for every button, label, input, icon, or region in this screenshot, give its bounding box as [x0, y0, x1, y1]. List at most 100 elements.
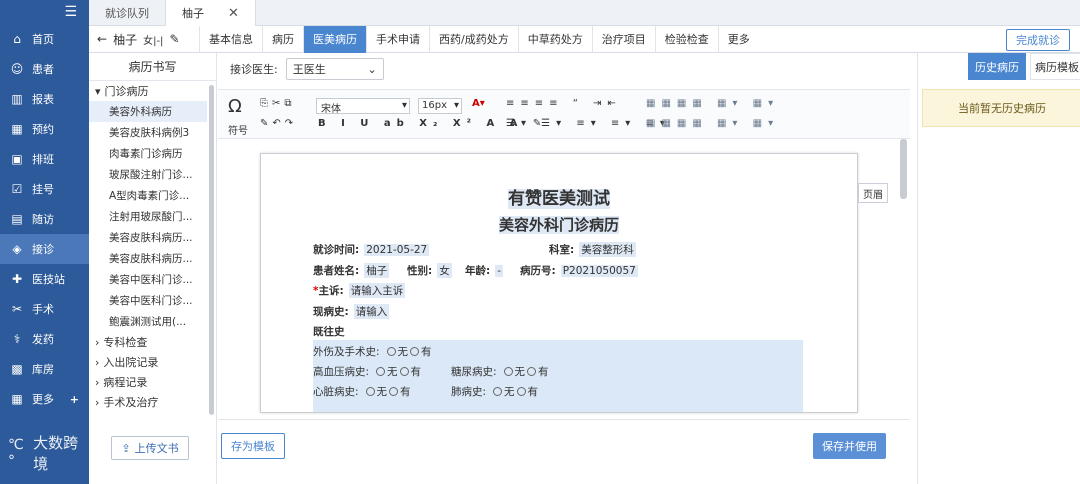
- sidebar-item-label: 随访: [32, 213, 54, 226]
- save-template-button[interactable]: 存为模板: [221, 433, 285, 459]
- header-button[interactable]: 页眉: [858, 183, 888, 203]
- record-tab[interactable]: 手术申请: [366, 25, 429, 53]
- font-color-icon[interactable]: A▾: [472, 98, 485, 109]
- edit-icon[interactable]: ✎: [169, 32, 179, 46]
- sidebar-item[interactable]: ▥ 报表: [0, 84, 89, 114]
- sidebar-item[interactable]: ▦ 预约: [0, 114, 89, 144]
- tree-group[interactable]: › 专科检查: [89, 332, 216, 352]
- tree-group-outpatient[interactable]: ▾ 门诊病历: [89, 81, 216, 101]
- record-tab[interactable]: 西药/成药处方: [429, 25, 518, 53]
- sidebar-item[interactable]: ☺ 患者: [0, 54, 89, 84]
- sidebar-item[interactable]: ◈ 接诊: [0, 234, 89, 264]
- home-icon: ⌂: [13, 32, 21, 46]
- tree-group[interactable]: › 手术及治疗: [89, 392, 216, 412]
- tree-leaf[interactable]: 美容外科病历: [89, 101, 207, 122]
- calendar-icon: ▦: [11, 122, 23, 136]
- record-tab[interactable]: 中草药处方: [517, 25, 592, 53]
- trauma-history[interactable]: 外伤及手术史: 无有: [313, 344, 432, 359]
- table-icons[interactable]: ▦▦▦▦ ▦▾ ▦▾: [646, 98, 779, 109]
- document-page[interactable]: 有赞医美测试 美容外科门诊病历 就诊时间: 2021-05-27 科室: 美容整形科…: [260, 153, 858, 413]
- align-icons[interactable]: ≡≡≡≡ “ ⇥⇤: [506, 98, 622, 109]
- record-tab[interactable]: 病历: [262, 25, 303, 53]
- sidebar: ☰ ⌂ 首页 ☺ 患者 ▥ 报表 ▦ 预约 ▣ 排班 ☑ 挂号 ▤ 随访 ◈ 接诊 ✚ 医技站 ✂ 手术 ⚕ 发药 ▩ 库房 ▦…: [0, 0, 89, 484]
- omega-icon[interactable]: Ω: [228, 96, 242, 117]
- tree-leaf[interactable]: 注射用玻尿酸门...: [89, 206, 207, 227]
- sidebar-item[interactable]: ▩ 库房: [0, 354, 89, 384]
- tab-queue[interactable]: 就诊队列: [89, 0, 165, 26]
- patient-name: 柚子: [113, 32, 138, 47]
- warehouse-icon: ▩: [11, 362, 23, 376]
- add-icon[interactable]: +: [70, 393, 79, 406]
- dept-field: 科室: 美容整形科: [549, 242, 636, 257]
- sidebar-item-label: 报表: [32, 93, 54, 106]
- tree-leaf[interactable]: 美容中医科门诊...: [89, 269, 207, 290]
- sidebar-item[interactable]: ⌂ 首页: [0, 24, 89, 54]
- sidebar-item-label: 发药: [32, 333, 54, 346]
- editor-scrollbar[interactable]: [900, 139, 907, 199]
- tree-leaf[interactable]: 肉毒素门诊病历: [89, 143, 207, 164]
- back-arrow-icon[interactable]: ←: [97, 32, 107, 46]
- window-tabs: 就诊队列 柚子 ✕: [89, 0, 1080, 26]
- schedule-icon: ▣: [11, 152, 23, 166]
- editor-area: 接诊医生: 王医生 ⌄ Ω 符号 ⎘✂⧉ ✎↶↷ 宋体 ▾ 16px ▾ A▾ B I…: [218, 53, 910, 484]
- doc-title: 有赞医美测试: [508, 189, 610, 209]
- sidebar-item[interactable]: ▣ 排班: [0, 144, 89, 174]
- sidebar-item[interactable]: ☑ 挂号: [0, 174, 89, 204]
- tree-leaf[interactable]: 玻尿酸注射门诊...: [89, 164, 207, 185]
- save-use-button[interactable]: 保存并使用: [813, 433, 886, 459]
- font-family-select[interactable]: 宋体 ▾: [316, 98, 410, 115]
- record-toolbar: ← 柚子 女|-| ✎ 基本信息 病历 医美病历 手术申请 西药/成药处方 中草药处方 治疗…: [89, 25, 1080, 53]
- hypertension-history[interactable]: 高血压病史: 无有: [313, 364, 421, 379]
- sidebar-item[interactable]: ▤ 随访: [0, 204, 89, 234]
- sidebar-item-label: 排班: [32, 153, 54, 166]
- reception-icon: ◈: [12, 242, 22, 256]
- tree-leaf[interactable]: 鲍震渊测试用(...: [89, 311, 207, 332]
- more-icon: ▦: [11, 392, 23, 406]
- undo-redo-icons[interactable]: ✎↶↷: [260, 118, 297, 129]
- record-tab[interactable]: 检验检查: [654, 25, 718, 53]
- record-tab[interactable]: 基本信息: [199, 25, 262, 53]
- sidebar-item[interactable]: ▦ 更多 +: [0, 384, 89, 414]
- tree-leaf[interactable]: 美容中医科门诊...: [89, 290, 207, 311]
- menu-icon[interactable]: ☰: [0, 0, 89, 24]
- tab-patient[interactable]: 柚子 ✕: [165, 0, 256, 26]
- sidebar-item[interactable]: ⚕ 发药: [0, 324, 89, 354]
- age-field: 年龄: -: [465, 264, 503, 277]
- sidebar-item[interactable]: ✂ 手术: [0, 294, 89, 324]
- upload-document-button[interactable]: ⇪ 上传文书: [111, 436, 189, 460]
- heart-history[interactable]: 心脏病史: 无有: [313, 384, 411, 399]
- sidebar-item-label: 挂号: [32, 183, 54, 196]
- tree-leaf[interactable]: A型肉毒素门诊...: [89, 185, 207, 206]
- tree-group[interactable]: › 病程记录: [89, 372, 216, 392]
- tab-history-records[interactable]: 历史病历: [968, 53, 1026, 80]
- record-tab[interactable]: 医美病历: [303, 25, 366, 53]
- diabetes-history[interactable]: 糖尿病史: 无有: [451, 364, 549, 379]
- caret-down-icon: ▾: [95, 84, 101, 98]
- tree-group[interactable]: › 入出院记录: [89, 352, 216, 372]
- followup-icon: ▤: [11, 212, 23, 226]
- tree-leaf[interactable]: 美容皮肤科病历...: [89, 248, 207, 269]
- complete-visit-button[interactable]: 完成就诊: [1006, 29, 1070, 51]
- lung-history[interactable]: 肺病史: 无有: [451, 384, 538, 399]
- present-illness-field[interactable]: 现病史: 请输入: [313, 304, 390, 319]
- caret-right-icon: ›: [95, 335, 100, 349]
- close-icon[interactable]: ✕: [228, 6, 239, 21]
- tree-leaf[interactable]: 美容皮肤科病历...: [89, 227, 207, 248]
- doctor-select[interactable]: 王医生 ⌄: [285, 58, 384, 80]
- record-tab[interactable]: 治疗项目: [591, 25, 655, 53]
- sidebar-item[interactable]: ✚ 医技站: [0, 264, 89, 294]
- tab-record-templates[interactable]: 病历模板: [1030, 53, 1080, 80]
- sidebar-item-label: 手术: [32, 303, 54, 316]
- tree-leaf[interactable]: 美容皮肤科病例3: [89, 122, 207, 143]
- symbol-label[interactable]: 符号: [228, 122, 248, 137]
- caret-right-icon: ›: [95, 395, 100, 409]
- empty-notice: 当前暂无历史病历: [922, 89, 1080, 127]
- scrollbar[interactable]: [209, 85, 214, 415]
- clipboard-icons[interactable]: ⎘✂⧉: [260, 98, 296, 109]
- record-tab[interactable]: 更多: [717, 25, 759, 53]
- complaint-field[interactable]: *主诉: 请输入主诉: [313, 283, 406, 298]
- table-edit-icons[interactable]: ▦▦▦▦ ▦▾ ▦▾: [646, 118, 779, 129]
- sidebar-item-label: 患者: [32, 63, 54, 76]
- font-size-select[interactable]: 16px ▾: [418, 98, 462, 114]
- patients-icon: ☺: [10, 62, 24, 76]
